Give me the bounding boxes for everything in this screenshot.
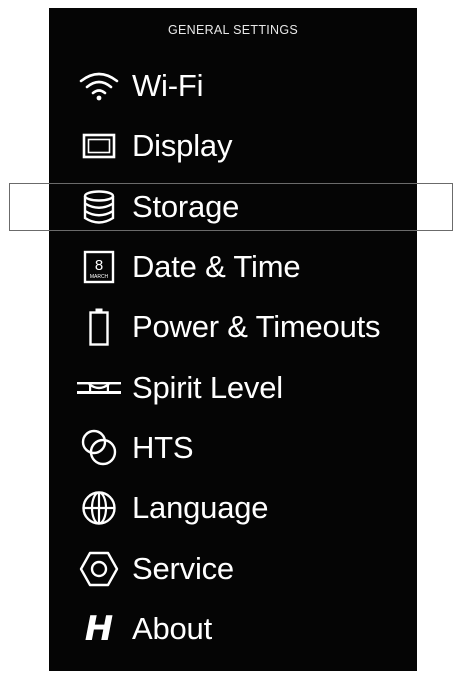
display-icon: [76, 124, 122, 168]
hts-icon: [76, 426, 122, 470]
calendar-icon: 8 MARCH: [76, 245, 122, 289]
menu-item-label: Storage: [132, 188, 240, 224]
wifi-icon: [76, 64, 122, 108]
hexagon-icon: [76, 547, 122, 591]
menu-item-hts[interactable]: HTS: [49, 418, 417, 478]
menu-item-label: About: [132, 610, 213, 646]
menu-item-label: Spirit Level: [132, 369, 283, 405]
calendar-day-text: 8: [95, 257, 103, 274]
menu-item-wifi[interactable]: Wi-Fi: [49, 56, 417, 116]
menu-item-display[interactable]: Display: [49, 116, 417, 176]
globe-icon: [76, 486, 122, 530]
hasselblad-logo-icon: H: [76, 607, 122, 651]
settings-panel: GENERAL SETTINGS Wi-Fi Display Storage 8…: [49, 8, 417, 671]
menu-item-storage[interactable]: Storage: [49, 177, 417, 237]
menu-item-language[interactable]: Language: [49, 478, 417, 538]
menu-item-power-timeouts[interactable]: Power & Timeouts: [49, 297, 417, 357]
menu-item-label: Service: [132, 550, 234, 586]
menu-item-label: Display: [132, 128, 233, 164]
storage-icon: [76, 185, 122, 229]
spirit-level-icon: [76, 366, 122, 410]
menu-item-spirit-level[interactable]: Spirit Level: [49, 357, 417, 417]
about-logo-letter: H: [84, 608, 114, 649]
settings-menu: Wi-Fi Display Storage 8 MARCH Date & Tim…: [49, 56, 417, 659]
page-title: GENERAL SETTINGS: [167, 23, 299, 37]
menu-item-label: Wi-Fi: [132, 68, 204, 104]
menu-item-label: HTS: [132, 429, 194, 465]
menu-item-date-time[interactable]: 8 MARCH Date & Time: [49, 237, 417, 297]
calendar-month-text: MARCH: [90, 274, 109, 280]
menu-item-label: Power & Timeouts: [132, 309, 381, 345]
menu-item-about[interactable]: H About: [49, 599, 417, 659]
menu-item-label: Date & Time: [132, 249, 301, 285]
menu-item-service[interactable]: Service: [49, 538, 417, 598]
battery-icon: [76, 305, 122, 349]
menu-item-label: Language: [132, 490, 269, 526]
